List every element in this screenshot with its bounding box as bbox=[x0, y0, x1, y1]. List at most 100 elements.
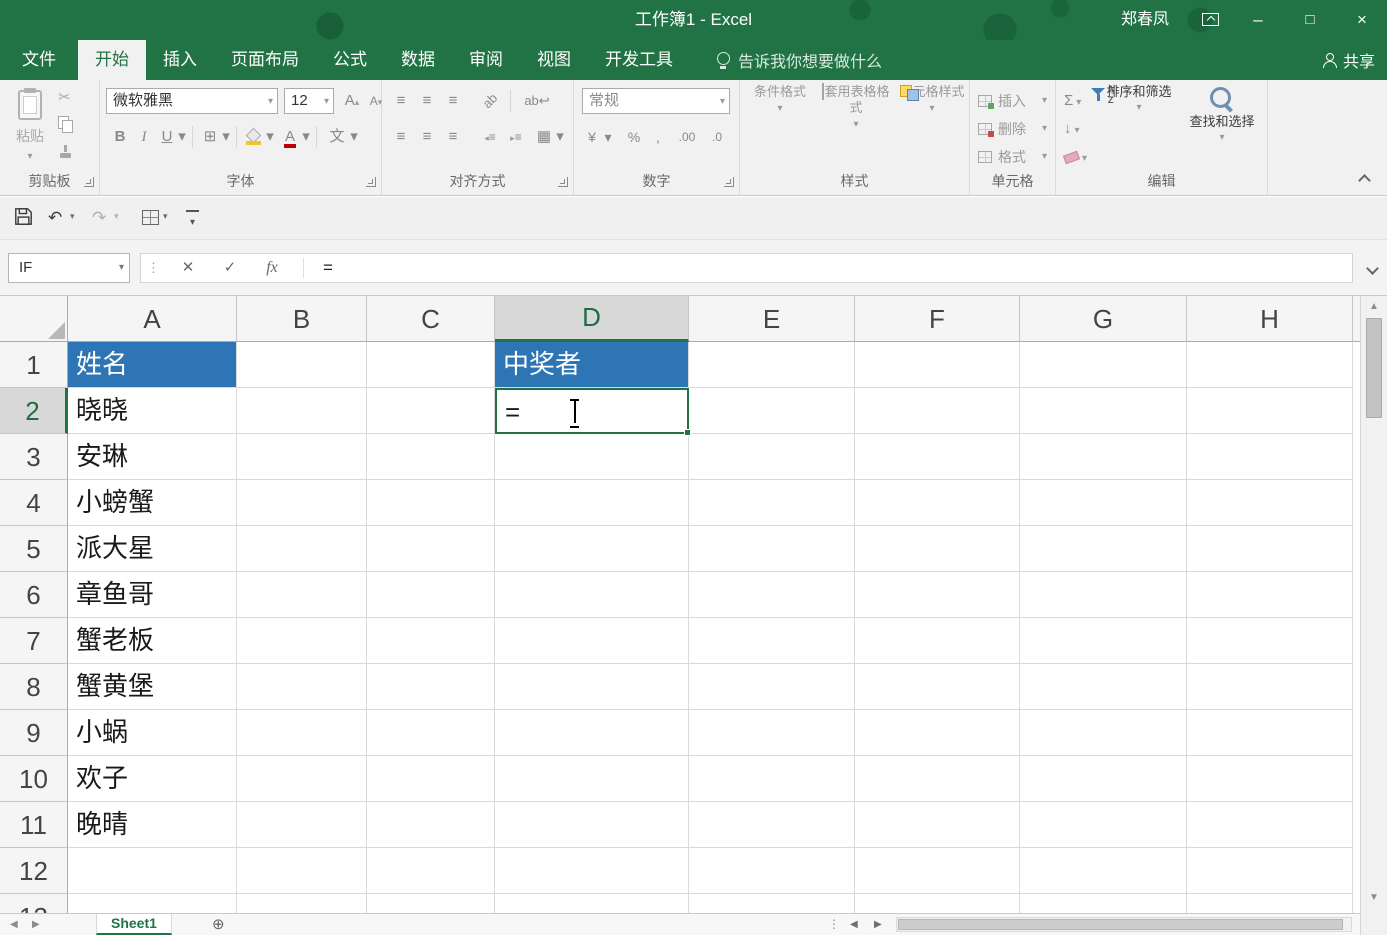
column-header-C[interactable]: C bbox=[367, 296, 495, 342]
increase-font-size-button[interactable]: A▴ bbox=[340, 88, 364, 114]
qat-table-dropdown-icon[interactable]: ▾ bbox=[163, 211, 168, 222]
hscroll-right-icon[interactable]: ▶ bbox=[874, 914, 882, 935]
scroll-down-icon[interactable]: ▼ bbox=[1361, 889, 1387, 907]
vertical-scrollbar[interactable]: ▲ ▼ bbox=[1360, 296, 1387, 935]
cell-H10[interactable] bbox=[1187, 756, 1353, 802]
cell-A5[interactable]: 派大星 bbox=[68, 526, 237, 572]
cell-H4[interactable] bbox=[1187, 480, 1353, 526]
cell-D11[interactable] bbox=[495, 802, 689, 848]
cell-F12[interactable] bbox=[855, 848, 1020, 894]
cell-G4[interactable] bbox=[1020, 480, 1187, 526]
column-header-F[interactable]: F bbox=[855, 296, 1020, 342]
cell-H11[interactable] bbox=[1187, 802, 1353, 848]
italic-button[interactable]: I bbox=[134, 124, 154, 150]
merge-center-button[interactable]: ▦ bbox=[534, 124, 554, 150]
borders-dropdown-icon[interactable]: ▾ bbox=[220, 124, 232, 150]
name-box-dropdown-icon[interactable]: ▾ bbox=[119, 254, 124, 282]
percent-style-button[interactable]: % bbox=[624, 124, 644, 150]
qat-table-tool-icon[interactable] bbox=[142, 210, 159, 225]
horizontal-scrollbar-thumb[interactable] bbox=[898, 919, 1343, 930]
copy-icon[interactable] bbox=[58, 116, 88, 140]
row-header-6[interactable]: 6 bbox=[0, 572, 68, 618]
cell-H2[interactable] bbox=[1187, 388, 1353, 434]
format-cells-button[interactable]: 格式 ▾ bbox=[970, 144, 1055, 170]
increase-decimal-button[interactable]: .00 bbox=[674, 124, 700, 150]
fill-color-dropdown-icon[interactable]: ▾ bbox=[264, 124, 276, 150]
cell-H8[interactable] bbox=[1187, 664, 1353, 710]
cell-G3[interactable] bbox=[1020, 434, 1187, 480]
cell-B9[interactable] bbox=[237, 710, 367, 756]
cell-G12[interactable] bbox=[1020, 848, 1187, 894]
phonetic-dropdown-icon[interactable]: ▾ bbox=[348, 124, 360, 150]
cell-C7[interactable] bbox=[367, 618, 495, 664]
cell-A7[interactable]: 蟹老板 bbox=[68, 618, 237, 664]
comma-style-button[interactable]: , bbox=[650, 124, 666, 150]
dialog-launcher-icon[interactable] bbox=[366, 177, 376, 187]
cell-C6[interactable] bbox=[367, 572, 495, 618]
cell-C2[interactable] bbox=[367, 388, 495, 434]
cell-C8[interactable] bbox=[367, 664, 495, 710]
cell-E6[interactable] bbox=[689, 572, 855, 618]
cell-G6[interactable] bbox=[1020, 572, 1187, 618]
sheet-nav-left-icon[interactable]: ◀ bbox=[10, 914, 18, 935]
tab-页面布局[interactable]: 页面布局 bbox=[214, 40, 316, 80]
column-header-E[interactable]: E bbox=[689, 296, 855, 342]
cell-F2[interactable] bbox=[855, 388, 1020, 434]
cell-H1[interactable] bbox=[1187, 342, 1353, 388]
insert-function-button[interactable]: fx bbox=[257, 254, 287, 282]
maximize-button[interactable]: □ bbox=[1285, 0, 1335, 40]
cell-B5[interactable] bbox=[237, 526, 367, 572]
new-sheet-button[interactable]: ⊕ bbox=[212, 914, 225, 935]
row-header-5[interactable]: 5 bbox=[0, 526, 68, 572]
cell-D9[interactable] bbox=[495, 710, 689, 756]
merge-dropdown-icon[interactable]: ▾ bbox=[554, 124, 566, 150]
row-header-1[interactable]: 1 bbox=[0, 342, 68, 388]
cell-G11[interactable] bbox=[1020, 802, 1187, 848]
cell-A9[interactable]: 小蜗 bbox=[68, 710, 237, 756]
tab-审阅[interactable]: 审阅 bbox=[452, 40, 520, 80]
cell-F3[interactable] bbox=[855, 434, 1020, 480]
tab-视图[interactable]: 视图 bbox=[520, 40, 588, 80]
enter-button[interactable]: ✓ bbox=[215, 254, 245, 282]
formula-input-value[interactable]: = bbox=[323, 254, 333, 282]
align-bottom-icon[interactable]: ≡ bbox=[442, 88, 464, 114]
cell-C4[interactable] bbox=[367, 480, 495, 526]
insert-cells-button[interactable]: 插入 ▾ bbox=[970, 88, 1055, 114]
cell-C9[interactable] bbox=[367, 710, 495, 756]
cell-D3[interactable] bbox=[495, 434, 689, 480]
cell-E10[interactable] bbox=[689, 756, 855, 802]
font-color-dropdown-icon[interactable]: ▾ bbox=[300, 124, 312, 150]
cell-E2[interactable] bbox=[689, 388, 855, 434]
cell-A12[interactable] bbox=[68, 848, 237, 894]
column-header-A[interactable]: A bbox=[68, 296, 237, 342]
column-header-H[interactable]: H bbox=[1187, 296, 1353, 342]
cell-A6[interactable]: 章鱼哥 bbox=[68, 572, 237, 618]
format-painter-icon[interactable] bbox=[58, 144, 88, 168]
cell-C12[interactable] bbox=[367, 848, 495, 894]
cell-F5[interactable] bbox=[855, 526, 1020, 572]
sheet-nav-right-icon[interactable]: ▶ bbox=[32, 914, 40, 935]
tab-开始[interactable]: 开始 bbox=[78, 40, 146, 80]
formula-bar[interactable]: ⋮ ✕ ✓ fx = bbox=[140, 253, 1353, 283]
cell-D10[interactable] bbox=[495, 756, 689, 802]
scroll-up-icon[interactable]: ▲ bbox=[1361, 298, 1387, 316]
tab-开发工具[interactable]: 开发工具 bbox=[588, 40, 690, 80]
cell-E11[interactable] bbox=[689, 802, 855, 848]
cell-C3[interactable] bbox=[367, 434, 495, 480]
save-button[interactable] bbox=[14, 207, 33, 231]
cell-C5[interactable] bbox=[367, 526, 495, 572]
undo-button[interactable]: ↶ bbox=[48, 206, 62, 230]
cell-C11[interactable] bbox=[367, 802, 495, 848]
cell-C1[interactable] bbox=[367, 342, 495, 388]
borders-button[interactable]: ⊞ bbox=[200, 124, 220, 150]
cell-B3[interactable] bbox=[237, 434, 367, 480]
cell-G10[interactable] bbox=[1020, 756, 1187, 802]
cell-H12[interactable] bbox=[1187, 848, 1353, 894]
cell-B4[interactable] bbox=[237, 480, 367, 526]
row-header-10[interactable]: 10 bbox=[0, 756, 68, 802]
cell-A8[interactable]: 蟹黄堡 bbox=[68, 664, 237, 710]
cell-D1[interactable]: 中奖者 bbox=[495, 342, 689, 388]
cell-G5[interactable] bbox=[1020, 526, 1187, 572]
font-size-combobox[interactable]: 12 ▾ bbox=[284, 88, 334, 114]
accounting-dropdown-icon[interactable]: ▾ bbox=[602, 124, 614, 150]
